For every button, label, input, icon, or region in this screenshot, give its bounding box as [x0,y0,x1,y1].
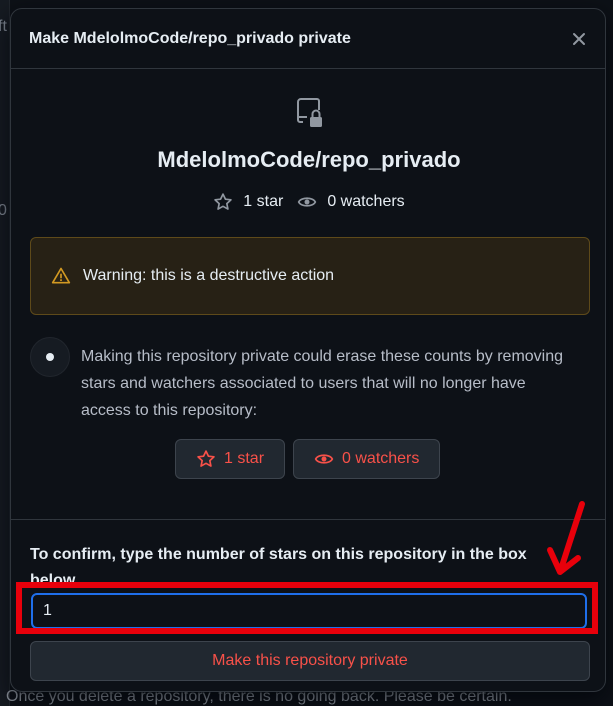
confirm-stars-input[interactable] [31,593,587,629]
close-icon[interactable] [567,27,591,51]
watcher-count-label: 0 watchers [327,193,405,210]
warning-text: Warning: this is a destructive action [83,267,335,284]
stars-pill-label: 1 star [224,450,265,467]
star-count-label: 1 star [243,193,284,210]
background-page-edge: ft 0 [0,0,10,706]
dialog-header: Make MdelolmoCode/repo_privado private [11,9,605,69]
watcher-count: 0 watchers [297,192,405,212]
stars-pill[interactable]: 1 star [175,439,286,479]
section-divider [11,519,605,520]
star-count: 1 star [213,192,283,212]
watchers-pill[interactable]: 0 watchers [293,439,441,479]
background-right-edge [606,0,613,706]
warning-banner: Warning: this is a destructive action [30,237,590,315]
bullet-icon [30,337,70,377]
background-text-fragment: 0 [0,202,7,219]
eye-icon [298,197,317,207]
dialog-title: Make MdelolmoCode/repo_privado private [29,29,351,47]
make-private-button[interactable]: Make this repository private [30,641,590,681]
repository-counts: 1 star 0 watchers [11,192,605,212]
watchers-pill-label: 0 watchers [342,450,420,467]
make-private-dialog: Make MdelolmoCode/repo_privado private M… [10,8,606,692]
explanation-text: Making this repository private could era… [81,348,564,419]
repo-locked-icon [297,98,325,135]
eye-icon [314,454,334,464]
background-text-fragment: ft [0,18,7,35]
repository-name: MdelolmoCode/repo_privado [157,147,461,172]
alert-icon [51,267,71,284]
star-icon [197,450,215,467]
confirm-instructions: To confirm, type the number of stars on … [30,546,527,589]
affected-counts: 1 star 0 watchers [175,439,441,479]
star-icon [214,193,233,210]
